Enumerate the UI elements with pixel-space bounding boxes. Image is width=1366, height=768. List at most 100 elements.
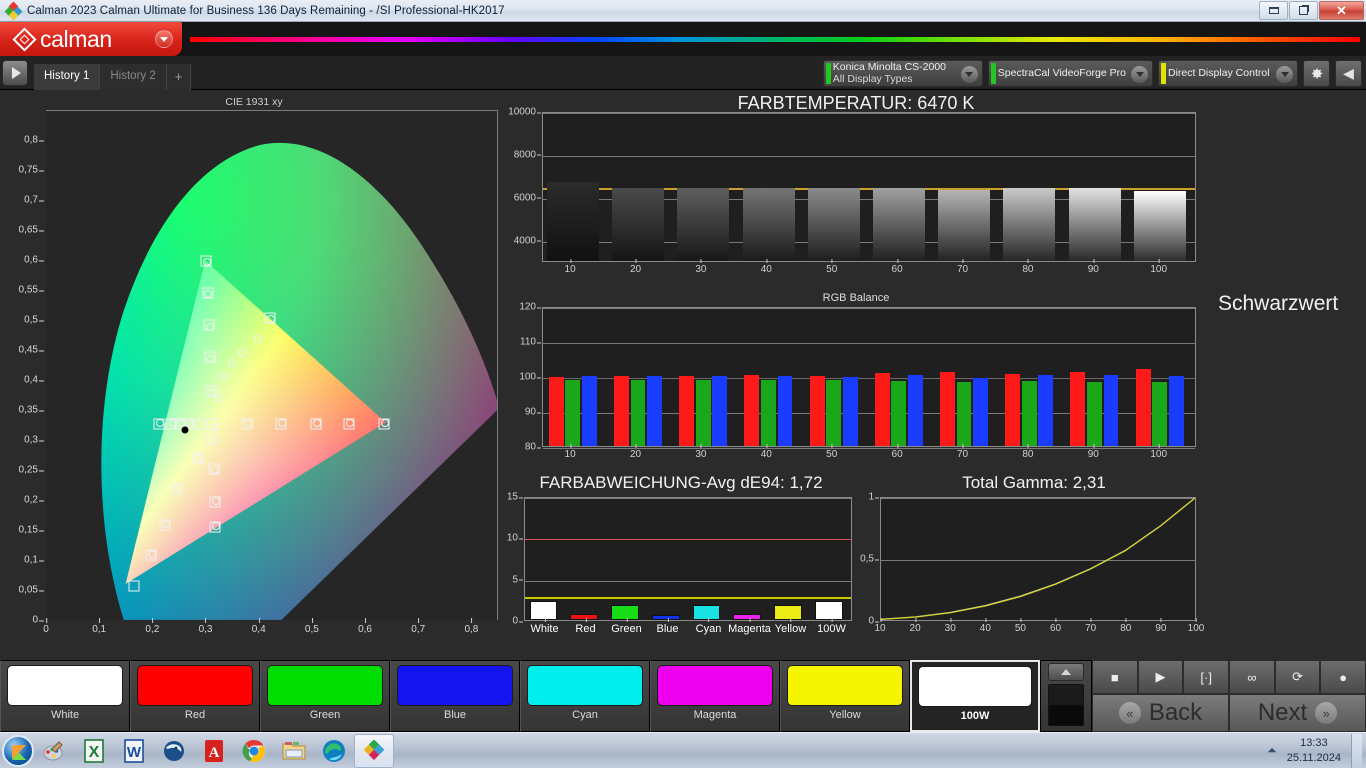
rgb-bar-blue [973, 377, 988, 446]
tab-history-2[interactable]: History 2 [100, 63, 167, 90]
close-icon: ✕ [1336, 3, 1347, 18]
color-deviation-plot[interactable] [524, 497, 852, 621]
history-tabs: History 1 History 2 + [34, 56, 192, 90]
caret-up-icon[interactable] [1048, 663, 1084, 681]
minimize-button[interactable] [1259, 1, 1288, 20]
cie-x-tick: 0,8 [464, 618, 479, 635]
refresh-icon[interactable]: ⟳ [1274, 660, 1321, 694]
total-gamma-plot[interactable] [880, 497, 1196, 621]
close-button[interactable]: ✕ [1319, 1, 1364, 20]
cie-y-tick: 0,5 [24, 314, 44, 326]
swatch-green[interactable]: Green [260, 660, 390, 732]
taskbar-item-chrome[interactable] [234, 734, 274, 768]
display-control-selector[interactable]: Direct Display Control [1158, 60, 1298, 87]
show-desktop-button[interactable] [1351, 733, 1362, 768]
cie-measured-marker [174, 483, 183, 492]
edge-icon [323, 739, 345, 762]
cie-measured-marker [155, 419, 164, 427]
cie-y-axis: 0 0,05 0,1 0,15 0,2 0,25 0,3 0,35 0,4 0,45 0,5 0,55… [4, 110, 45, 626]
cie-measured-marker [168, 419, 177, 427]
gamma-x-tick: 100 [1187, 618, 1205, 634]
color-temperature-panel: FARBTEMPERATUR: 6470 K 4000 6000 8000 10000… [506, 93, 1206, 279]
chevron-down-icon[interactable] [1276, 66, 1293, 83]
sidebar-expand-button[interactable] [2, 59, 28, 86]
minimize-icon [1268, 7, 1279, 14]
cie-measured-marker [194, 454, 203, 463]
taskbar-item-paint[interactable] [34, 734, 74, 768]
cie-chart-title: CIE 1931 xy [225, 96, 283, 108]
rgb-bar-red [744, 375, 760, 446]
start-button[interactable] [2, 734, 34, 767]
swatch-color-chip [918, 666, 1032, 707]
ct-x-tick: 80 [1022, 259, 1034, 275]
ct-bar [546, 182, 600, 261]
bracket-icon[interactable]: [·] [1183, 660, 1230, 694]
taskbar-item-acrobat[interactable]: A [194, 734, 234, 768]
rgb-bar-blue [1168, 375, 1184, 446]
loop-icon[interactable]: ∞ [1229, 660, 1275, 694]
tab-add-button[interactable]: + [166, 63, 192, 90]
cie-x-tick: 0 [43, 618, 49, 635]
cie-measured-marker [228, 359, 237, 367]
restore-button[interactable] [1289, 1, 1318, 20]
taskbar-item-explorer[interactable] [274, 734, 314, 768]
thunderbird-icon [164, 740, 184, 761]
cie-x-tick: 0,5 [304, 618, 319, 635]
cie-x-tick: 0,6 [358, 618, 372, 635]
swatch-cyan[interactable]: Cyan [520, 660, 650, 732]
swatch-100w[interactable]: 100W [910, 660, 1040, 732]
swatch-white[interactable]: White [0, 660, 130, 732]
taskbar-item-word[interactable]: W [114, 734, 154, 768]
taskbar-item-thunderbird[interactable] [154, 734, 194, 768]
gamma-x-tick: 60 [1049, 618, 1062, 634]
monitor-preview-column[interactable] [1040, 660, 1092, 732]
meter-status-indicator [825, 63, 831, 84]
swatch-label: Green [309, 709, 341, 721]
de-x-tick: White [530, 618, 559, 635]
calman-diamond-icon [12, 26, 37, 52]
cie-gamut-triangle [125, 260, 386, 584]
settings-button[interactable] [1303, 60, 1330, 87]
calman-logo-button[interactable]: calman [0, 22, 182, 56]
chevron-down-icon[interactable] [1131, 66, 1148, 83]
gamma-y-tick: 0,5 [860, 553, 879, 565]
rgb-balance-plot[interactable] [542, 307, 1196, 449]
stop-icon[interactable]: ■ [1092, 660, 1138, 694]
taskbar-item-edge[interactable] [314, 734, 354, 768]
swatch-label: 100W [960, 710, 990, 722]
cie-measured-marker [278, 419, 287, 427]
taskbar-clock[interactable]: 13:33 25.11.2024 [1287, 736, 1341, 766]
collapse-panel-button[interactable]: ◀ [1335, 60, 1362, 87]
rgb-bar-blue [712, 376, 728, 446]
taskbar-item-excel[interactable]: X [74, 734, 114, 768]
circle-icon[interactable]: ● [1320, 660, 1366, 694]
back-button[interactable]: « Back [1092, 694, 1229, 732]
window-title: Calman 2023 Calman Ultimate for Business… [27, 4, 505, 17]
swatch-red[interactable]: Red [130, 660, 260, 732]
rgb-bar-green [891, 380, 907, 446]
meter-selector[interactable]: Konica Minolta CS-2000 All Display Types [822, 60, 983, 87]
next-button[interactable]: Next » [1229, 694, 1366, 732]
gridline [525, 498, 851, 499]
rgb-x-tick: 40 [760, 444, 772, 460]
ct-x-tick: 40 [760, 259, 772, 275]
play-icon[interactable]: ▶ [1137, 660, 1184, 694]
pattern-source-selector[interactable]: SpectraCal VideoForge Pro [987, 60, 1153, 87]
de-bar [774, 604, 802, 620]
swatch-blue[interactable]: Blue [390, 660, 520, 732]
gamma-curves [881, 498, 1195, 620]
tab-history-1[interactable]: History 1 [34, 63, 101, 90]
color-temperature-plot[interactable] [542, 112, 1196, 262]
back-label: Back [1148, 699, 1203, 726]
swatch-yellow[interactable]: Yellow [780, 660, 910, 732]
chevron-down-icon[interactable] [155, 30, 173, 48]
cie-plot-area[interactable] [46, 110, 498, 620]
taskbar-item-calman[interactable] [354, 733, 394, 768]
gridline [543, 113, 1195, 114]
rgb-y-tick: 100 [519, 371, 541, 383]
chevron-down-icon[interactable] [960, 66, 978, 83]
swatch-magenta[interactable]: Magenta [650, 660, 780, 732]
show-hidden-icons-button[interactable]: ⏶ [1267, 743, 1277, 758]
de-x-tick: 100W [817, 618, 846, 635]
de-x-tick: Yellow [774, 618, 807, 635]
